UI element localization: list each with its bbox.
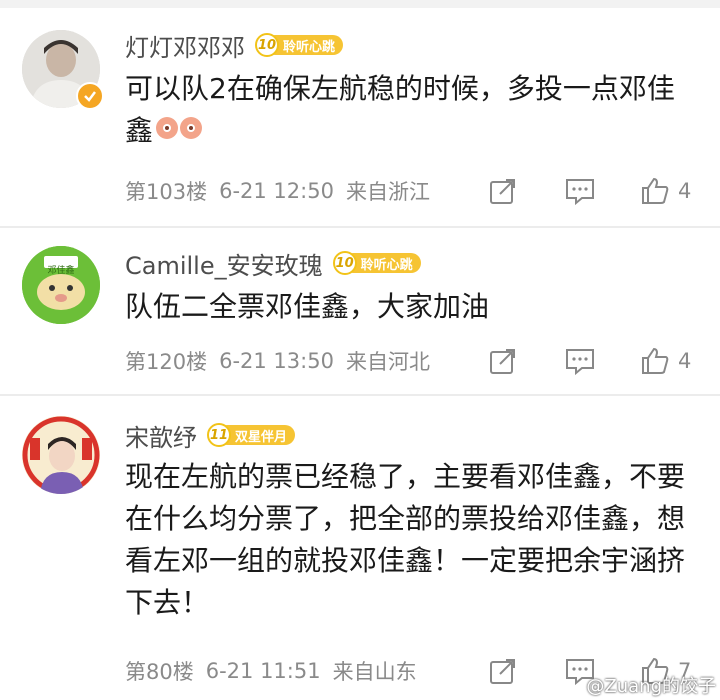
location: 来自山东 <box>332 660 417 684</box>
fan-badge[interactable]: 10 聆听心跳 <box>332 251 421 275</box>
username[interactable]: 宋歆纾 <box>125 418 197 453</box>
username[interactable]: 灯灯邓邓邓 <box>125 28 245 63</box>
location: 来自河北 <box>345 350 430 374</box>
avatar-caption: 邓佳鑫 <box>47 266 75 276</box>
comment-text: 可以队2在确保左航稳的时候，多投一点邓佳鑫 <box>125 72 675 147</box>
repost-icon <box>490 659 515 684</box>
avatar[interactable] <box>22 416 100 494</box>
like-button[interactable]: 4 <box>640 171 691 211</box>
watermark: @Zuang的饺子 <box>586 676 716 697</box>
comment-button[interactable] <box>564 341 596 381</box>
like-icon <box>642 177 669 204</box>
badge-level: 11 <box>207 423 231 447</box>
badge-level: 10 <box>255 33 279 57</box>
repost-icon <box>490 179 515 204</box>
avatar-image <box>22 416 100 494</box>
timestamp: 6-21 11:51 <box>205 659 321 683</box>
comment-text-wrap: 可以队2在确保左航稳的时候，多投一点邓佳鑫 <box>125 68 695 153</box>
fan-badge[interactable]: 10 聆听心跳 <box>255 33 344 57</box>
verified-icon <box>76 82 104 110</box>
comment-icon <box>566 179 594 206</box>
divider <box>0 394 720 396</box>
badge-label: 双星伴月 <box>225 425 296 445</box>
repost-button[interactable] <box>488 651 518 691</box>
comment-icon <box>566 349 594 376</box>
timestamp: 6-21 12:50 <box>219 179 334 203</box>
badge-label: 聆听心跳 <box>350 253 421 273</box>
repost-button[interactable] <box>488 341 518 381</box>
username[interactable]: Camille_安安玫瑰 <box>125 246 323 281</box>
top-divider <box>0 0 720 8</box>
repost-button[interactable] <box>488 171 518 211</box>
repost-icon <box>490 349 515 374</box>
like-count: 4 <box>678 349 692 373</box>
comment-button[interactable] <box>564 171 596 211</box>
floor-number: 第80楼 <box>125 660 194 684</box>
badge-level: 10 <box>332 251 357 275</box>
divider <box>0 226 720 228</box>
badge-label: 聆听心跳 <box>273 35 344 55</box>
like-button[interactable]: 4 <box>640 341 691 381</box>
floor-number: 第103楼 <box>125 180 208 204</box>
avatar[interactable] <box>22 246 100 324</box>
fan-badge[interactable]: 11 双星伴月 <box>207 423 296 447</box>
timestamp: 6-21 13:50 <box>219 349 334 373</box>
avatar-image <box>22 246 100 324</box>
location: 来自浙江 <box>345 180 430 204</box>
emoji-icon <box>155 111 203 153</box>
like-icon <box>642 347 669 374</box>
floor-number: 第120楼 <box>125 350 208 374</box>
comment-text: 队伍二全票邓佳鑫，大家加油 <box>125 290 490 323</box>
like-count: 4 <box>678 179 692 203</box>
comment-text: 现在左航的票已经稳了，主要看邓佳鑫，不要在什么均分票了，把全部的票投给邓佳鑫，想… <box>125 460 686 619</box>
